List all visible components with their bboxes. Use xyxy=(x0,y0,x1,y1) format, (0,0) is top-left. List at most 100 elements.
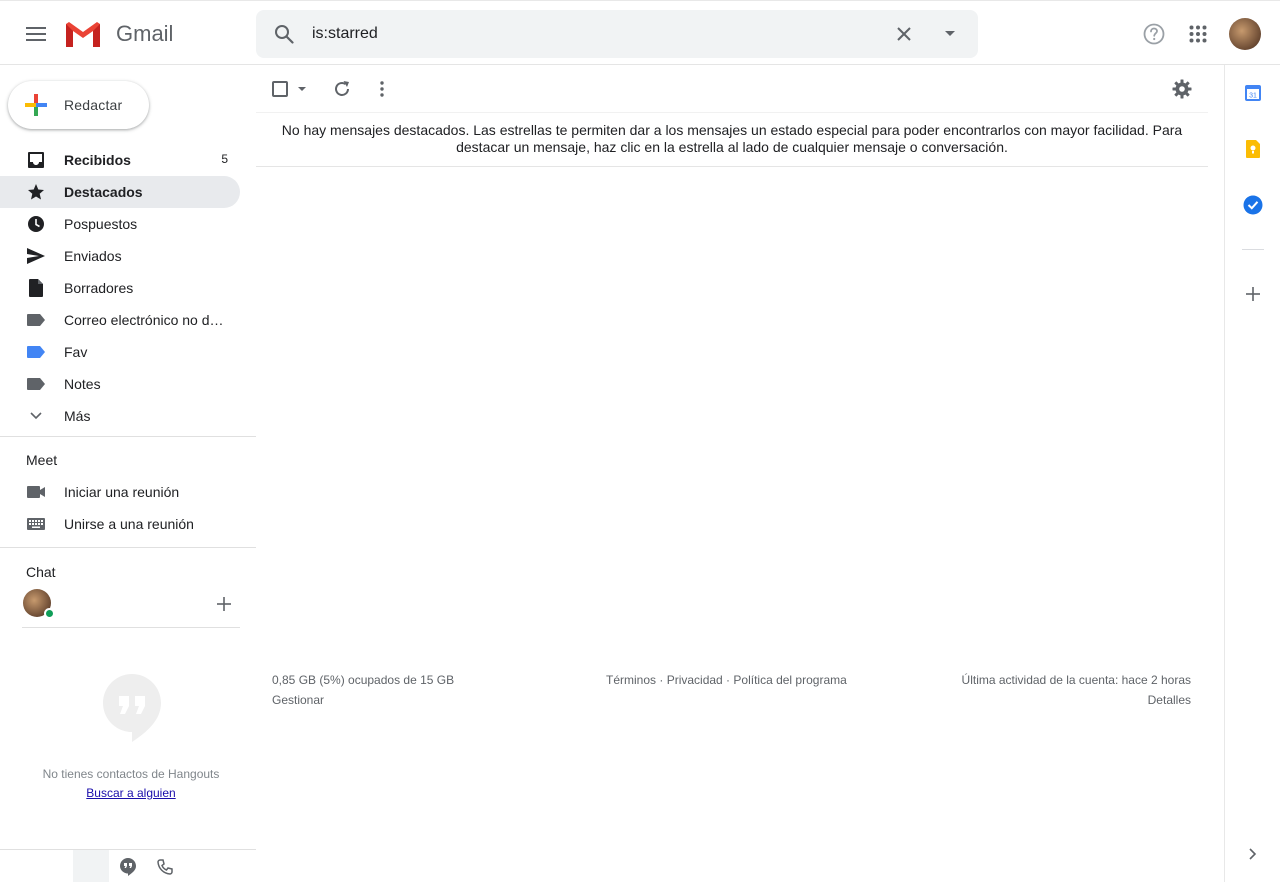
meet-join-label: Unirse a una reunión xyxy=(64,516,194,532)
sidebar: Redactar Recibidos 5 Destacados Pospuest… xyxy=(0,65,256,882)
main-menu-button[interactable] xyxy=(16,14,56,54)
footer-links: Términos · Privacidad · Política del pro… xyxy=(606,670,847,690)
get-addons-button[interactable] xyxy=(1239,280,1267,308)
no-starred-message: No hay mensajes destacados. Las estrella… xyxy=(281,122,1183,155)
refresh-icon xyxy=(335,81,349,96)
chevron-right-icon xyxy=(1249,848,1257,860)
chat-section-title: Chat xyxy=(26,564,56,580)
sidebar-item-spam[interactable]: Correo electrónico no d… xyxy=(0,304,240,336)
label-icon xyxy=(27,314,45,326)
message-list-divider xyxy=(256,166,1208,167)
sidebar-item-sent[interactable]: Enviados xyxy=(0,240,240,272)
unread-count: 5 xyxy=(221,152,228,166)
sidebar-item-fav[interactable]: Fav xyxy=(0,336,240,368)
online-status-dot xyxy=(44,608,55,619)
sidebar-item-label: Enviados xyxy=(64,248,122,264)
hamburger-icon xyxy=(26,27,46,41)
storage-usage: 0,85 GB (5%) ocupados de 15 GB xyxy=(272,673,455,687)
program-policy-link[interactable]: Política del programa xyxy=(733,673,846,687)
sidebar-item-snoozed[interactable]: Pospuestos xyxy=(0,208,240,240)
no-contacts-text: No tienes contactos de Hangouts xyxy=(42,767,220,781)
meet-start-label: Iniciar una reunión xyxy=(64,484,180,500)
sidebar-item-inbox[interactable]: Recibidos 5 xyxy=(0,144,240,176)
tab-hangouts[interactable] xyxy=(110,850,146,882)
gmail-m-icon xyxy=(66,21,100,47)
terms-link[interactable]: Términos xyxy=(606,673,656,687)
meet-section-title: Meet xyxy=(26,452,58,468)
gear-icon xyxy=(1172,79,1192,99)
meet-start-meeting[interactable]: Iniciar una reunión xyxy=(0,476,240,508)
calendar-button[interactable]: 31 xyxy=(1239,79,1267,107)
last-activity-text: Última actividad de la cuenta: hace 2 ho… xyxy=(961,673,1191,687)
video-icon xyxy=(27,486,45,498)
gmail-logo-text: Gmail xyxy=(116,21,174,46)
sidebar-item-label: Correo electrónico no d… xyxy=(64,312,224,328)
keep-button[interactable] xyxy=(1239,135,1267,163)
keep-icon xyxy=(1246,140,1260,158)
hangouts-icon xyxy=(103,674,161,742)
new-chat-button[interactable] xyxy=(213,593,235,615)
draft-icon xyxy=(29,279,43,297)
link-separator: · xyxy=(656,673,667,687)
search-icon xyxy=(275,25,294,44)
link-separator: · xyxy=(722,673,734,687)
sidebar-item-label: Pospuestos xyxy=(64,216,138,232)
gmail-logo[interactable]: Gmail xyxy=(64,17,173,51)
main-content: No hay mensajes destacados. Las estrella… xyxy=(256,65,1224,882)
account-avatar[interactable] xyxy=(1229,18,1261,50)
select-checkbox-button[interactable] xyxy=(268,75,310,103)
tasks-icon xyxy=(1243,195,1263,215)
mail-folders: Recibidos 5 Destacados Pospuestos Enviad… xyxy=(0,144,256,432)
top-bar: Gmail xyxy=(0,0,1280,65)
sidebar-item-label: Fav xyxy=(64,344,88,360)
clear-search-button[interactable] xyxy=(889,19,919,49)
sidebar-item-label: Más xyxy=(64,408,91,424)
support-button[interactable] xyxy=(1138,18,1170,50)
compose-label: Redactar xyxy=(64,97,123,113)
search-options-button[interactable] xyxy=(935,19,965,49)
chevron-down-icon xyxy=(30,412,42,420)
google-apps-button[interactable] xyxy=(1182,18,1214,50)
chat-divider xyxy=(22,627,240,628)
list-toolbar xyxy=(256,65,1208,113)
tab-contacts[interactable] xyxy=(73,850,109,882)
label-icon xyxy=(27,346,45,358)
search-input[interactable] xyxy=(312,22,872,46)
storage-info: 0,85 GB (5%) ocupados de 15 GB Gestionar xyxy=(272,670,454,710)
phone-icon xyxy=(157,858,173,875)
apps-grid-icon xyxy=(1189,25,1207,43)
rail-divider xyxy=(1242,249,1264,250)
tasks-button[interactable] xyxy=(1239,191,1267,219)
privacy-link[interactable]: Privacidad xyxy=(667,673,723,687)
activity-details-link[interactable]: Detalles xyxy=(962,690,1191,710)
search-button[interactable] xyxy=(270,20,298,48)
compose-plus-icon xyxy=(25,94,47,116)
sidebar-item-notes[interactable]: Notes xyxy=(0,368,240,400)
sidebar-item-label: Recibidos xyxy=(64,152,131,168)
sidebar-item-starred[interactable]: Destacados xyxy=(0,176,240,208)
add-icon xyxy=(1246,287,1260,301)
manage-storage-link[interactable]: Gestionar xyxy=(272,690,454,710)
sidebar-item-label: Notes xyxy=(64,376,101,392)
meet-join-meeting[interactable]: Unirse a una reunión xyxy=(0,508,240,540)
more-vert-icon xyxy=(380,81,384,97)
refresh-button[interactable] xyxy=(328,75,356,103)
star-icon xyxy=(28,184,44,200)
calendar-day: 31 xyxy=(1249,93,1257,100)
help-icon xyxy=(1143,23,1165,45)
compose-button[interactable]: Redactar xyxy=(8,81,149,129)
settings-button[interactable] xyxy=(1168,75,1196,103)
sidebar-bottom-tabs xyxy=(0,849,256,882)
keyboard-icon xyxy=(27,518,45,530)
send-icon xyxy=(27,248,45,264)
checkbox-icon xyxy=(272,81,306,97)
search-bar xyxy=(256,10,978,58)
find-someone-link[interactable]: Buscar a alguien xyxy=(0,786,262,800)
tab-phone[interactable] xyxy=(147,850,183,882)
sidebar-item-more[interactable]: Más xyxy=(0,400,240,432)
label-icon xyxy=(27,378,45,390)
inbox-icon xyxy=(28,152,44,168)
expand-panel-button[interactable] xyxy=(1239,840,1267,868)
more-options-button[interactable] xyxy=(368,75,396,103)
sidebar-item-drafts[interactable]: Borradores xyxy=(0,272,240,304)
